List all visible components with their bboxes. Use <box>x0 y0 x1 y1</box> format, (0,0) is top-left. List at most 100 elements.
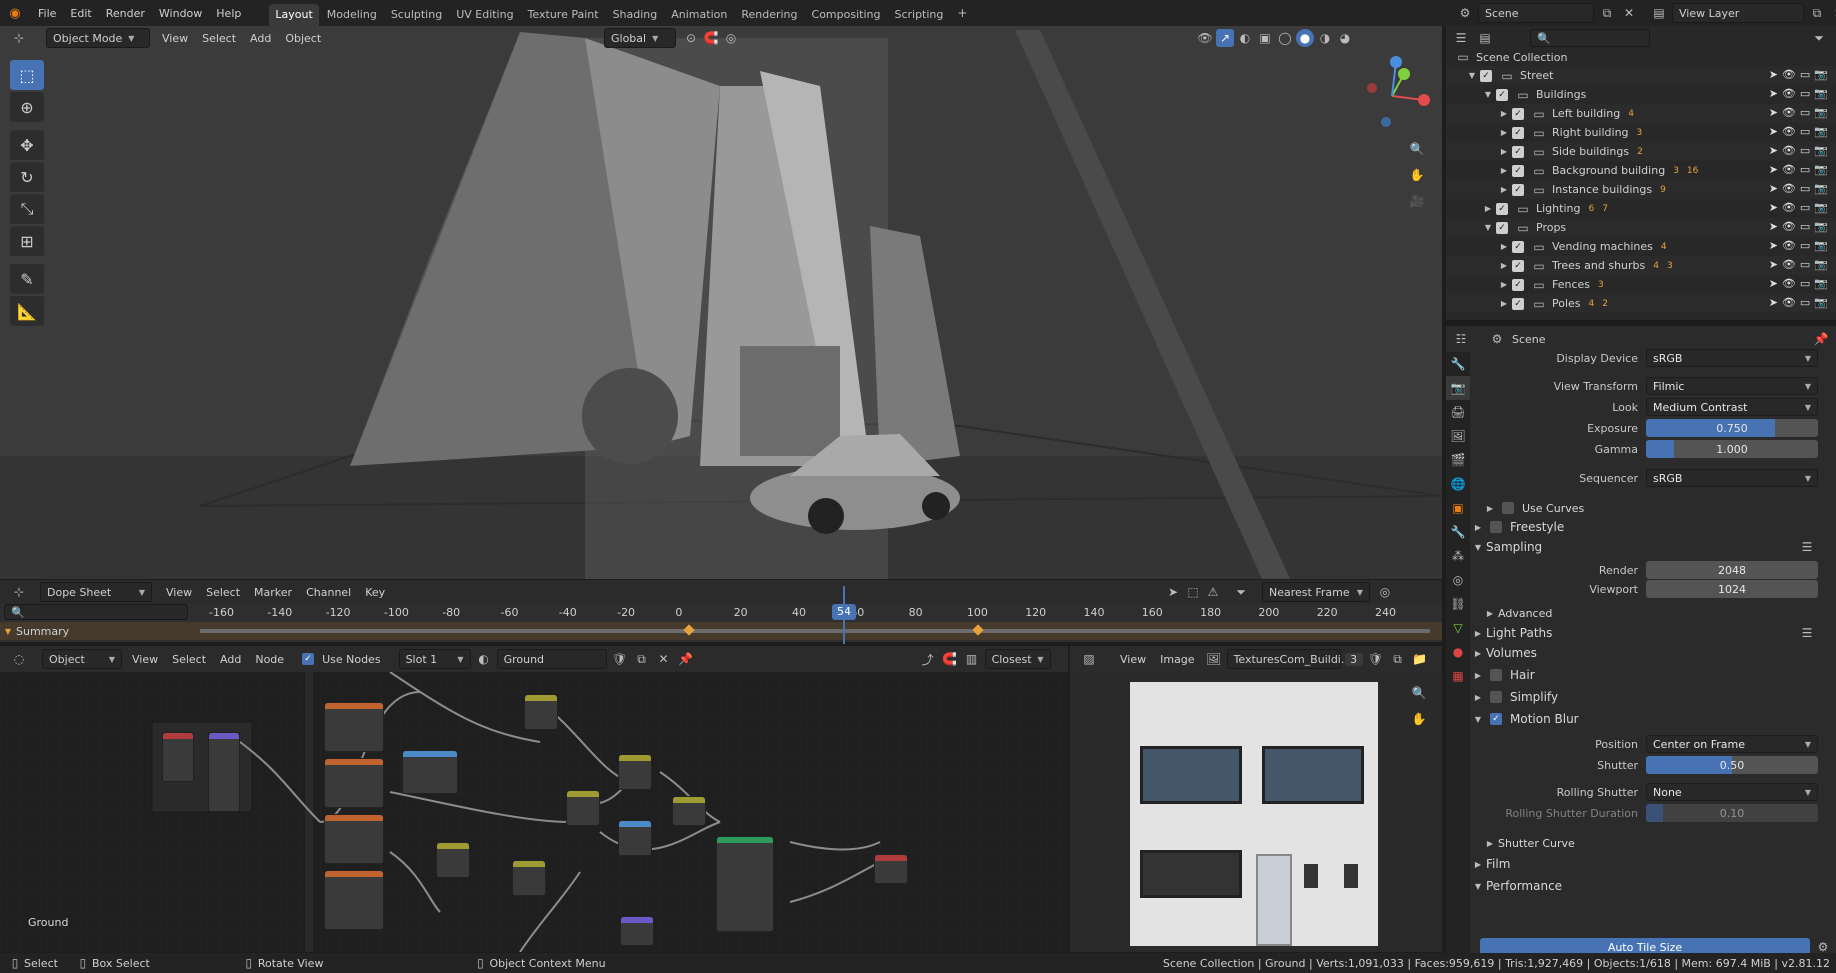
texture-image-preview[interactable] <box>1130 682 1378 946</box>
node-menu-select[interactable]: Select <box>166 649 212 669</box>
outliner-row-background-building[interactable]: ▶ ✓ ▭ Background building 3 16 ➤ 👁 ▭ 📷 <box>1446 161 1836 180</box>
expand-arrow-icon[interactable]: ▶ <box>1496 128 1512 137</box>
monitor-icon[interactable]: ▭ <box>1800 220 1810 233</box>
expand-arrow-icon[interactable]: ▶ <box>1496 242 1512 251</box>
view-layer-icon[interactable]: ▤ <box>1650 4 1668 22</box>
eye-icon[interactable]: 👁 <box>1782 296 1796 309</box>
overlay-icon[interactable]: ◐ <box>1236 29 1254 47</box>
shader-node[interactable] <box>618 820 652 856</box>
only-selected-icon[interactable]: ➤ <box>1164 583 1182 601</box>
filter-icon[interactable]: ⏷ <box>1810 29 1828 47</box>
outliner-row-vending-machines[interactable]: ▶ ✓ ▭ Vending machines 4 ➤ 👁 ▭ 📷 <box>1446 237 1836 256</box>
exclude-checkbox[interactable]: ✓ <box>1512 126 1524 139</box>
monitor-icon[interactable]: ▭ <box>1800 277 1810 290</box>
editor-type-icon[interactable]: ⊹ <box>10 29 28 47</box>
image-editor-type-icon[interactable]: ▨ <box>1080 650 1098 668</box>
image-name-field[interactable]: TexturesCom_Buildi... <box>1226 649 1351 669</box>
select-arrow-icon[interactable]: ➤ <box>1769 220 1778 233</box>
image-browse-icon[interactable]: 🖼 <box>1205 650 1223 668</box>
film-panel[interactable]: ▶ Film <box>1470 853 1836 875</box>
eye-icon[interactable]: 👁 <box>1782 239 1796 252</box>
unlink-material-icon[interactable]: ✕ <box>655 650 673 668</box>
eye-icon[interactable]: 👁 <box>1782 182 1796 195</box>
shader-node[interactable] <box>436 842 470 878</box>
select-arrow-icon[interactable]: ➤ <box>1769 163 1778 176</box>
eye-icon[interactable]: 👁 <box>1782 106 1796 119</box>
constraints-tab-icon[interactable]: ⛓ <box>1446 592 1470 616</box>
exposure-slider[interactable]: 0.750 <box>1646 419 1818 437</box>
shader-node[interactable] <box>620 916 654 946</box>
modifier-tab-icon[interactable]: 🔧 <box>1446 520 1470 544</box>
monitor-icon[interactable]: ▭ <box>1800 258 1810 271</box>
sampling-panel[interactable]: ▼ Sampling ☰ <box>1470 536 1836 558</box>
tab-animation[interactable]: Animation <box>665 4 733 26</box>
rolling-shutter-dropdown[interactable]: None ▼ <box>1646 783 1818 801</box>
scene-icon[interactable]: ⚙ <box>1456 4 1474 22</box>
expand-arrow-icon[interactable]: ▶ <box>1496 147 1512 156</box>
node-menu-add[interactable]: Add <box>214 649 247 669</box>
outliner-row-lighting[interactable]: ▶ ✓ ▭ Lighting 6 7 ➤ 👁 ▭ 📷 <box>1446 199 1836 218</box>
node-menu-node[interactable]: Node <box>249 649 290 669</box>
rotate-tool-icon[interactable]: ↻ <box>10 162 44 192</box>
outliner-row-props[interactable]: ▼ ✓ ▭ Props ➤ 👁 ▭ 📷 <box>1446 218 1836 237</box>
keyframe-marker[interactable] <box>683 624 695 636</box>
zoom-icon[interactable]: 🔍 <box>1408 140 1426 158</box>
particles-tab-icon[interactable]: ⁂ <box>1446 544 1470 568</box>
properties-editor-icon[interactable]: ☷ <box>1452 330 1470 348</box>
presets-list-icon[interactable]: ☰ <box>1798 538 1816 556</box>
parent-node-tree-icon[interactable]: ⤴ <box>919 650 937 668</box>
shader-node[interactable] <box>672 796 706 826</box>
dope-sheet-editor-icon[interactable]: ⊹ <box>10 583 28 601</box>
camera-icon[interactable]: 📷 <box>1814 258 1828 271</box>
shader-node[interactable] <box>324 870 384 930</box>
viewport-menu-view[interactable]: View <box>156 28 194 48</box>
motion-blur-checkbox[interactable]: ✓ <box>1490 713 1502 725</box>
tab-modeling[interactable]: Modeling <box>321 4 383 26</box>
look-dropdown[interactable]: Medium Contrast ▼ <box>1646 398 1818 416</box>
camera-icon[interactable]: 📷 <box>1814 201 1828 214</box>
shader-node-editor[interactable]: ◌ Object ▼ View Select Add Node ✓ Use Nodes … <box>0 646 1068 952</box>
open-image-icon[interactable]: 📁 <box>1411 650 1429 668</box>
tab-sculpting[interactable]: Sculpting <box>385 4 448 26</box>
hair-checkbox[interactable] <box>1490 669 1502 681</box>
volumes-panel[interactable]: ▶ Volumes <box>1470 642 1836 664</box>
image-menu-image[interactable]: Image <box>1154 649 1200 669</box>
use-curves-checkbox[interactable] <box>1502 502 1514 514</box>
measure-tool-icon[interactable]: 📐 <box>10 296 44 326</box>
outliner-editor-icon[interactable]: ☰ <box>1452 29 1470 47</box>
exclude-checkbox[interactable]: ✓ <box>1512 297 1524 310</box>
display-device-dropdown[interactable]: sRGB ▼ <box>1646 349 1818 367</box>
position-dropdown[interactable]: Center on Frame ▼ <box>1646 735 1818 753</box>
exclude-checkbox[interactable]: ✓ <box>1512 164 1524 177</box>
outliner-row-instance-buildings[interactable]: ▶ ✓ ▭ Instance buildings 9 ➤ 👁 ▭ 📷 <box>1446 180 1836 199</box>
hair-panel[interactable]: ▶ Hair <box>1470 664 1836 686</box>
exclude-checkbox[interactable]: ✓ <box>1512 259 1524 272</box>
image-fake-user-icon[interactable]: 🛡 <box>1367 650 1385 668</box>
proportional-edit-icon[interactable]: ◎ <box>722 29 740 47</box>
select-arrow-icon[interactable]: ➤ <box>1769 106 1778 119</box>
navigation-gizmo[interactable] <box>1352 56 1432 136</box>
performance-panel[interactable]: ▼ Performance <box>1470 875 1836 897</box>
pin-icon[interactable]: 📌 <box>1812 330 1830 348</box>
shader-node[interactable] <box>618 754 652 790</box>
shutter-curve-subpanel[interactable]: ▶ Shutter Curve <box>1470 832 1836 854</box>
view-layer-tab-icon[interactable]: 🖼 <box>1446 424 1470 448</box>
camera-icon[interactable]: 📷 <box>1814 106 1828 119</box>
monitor-icon[interactable]: ▭ <box>1800 106 1810 119</box>
keyframe-marker[interactable] <box>972 624 984 636</box>
select-arrow-icon[interactable]: ➤ <box>1769 296 1778 309</box>
expand-arrow-icon[interactable]: ▶ <box>1496 280 1512 289</box>
eye-icon[interactable]: 👁 <box>1782 144 1796 157</box>
node-menu-view[interactable]: View <box>126 649 164 669</box>
eye-icon[interactable]: 👁 <box>1782 220 1796 233</box>
expand-arrow-icon[interactable]: ▶ <box>1496 261 1512 270</box>
camera-icon[interactable]: 📷 <box>1814 125 1828 138</box>
shader-node[interactable] <box>524 694 558 730</box>
blender-logo-icon[interactable]: ◉ <box>6 4 24 22</box>
wireframe-shading-icon[interactable]: ◯ <box>1276 29 1294 47</box>
outliner-search-input[interactable]: 🔍 <box>1530 29 1650 47</box>
motion-blur-panel[interactable]: ▼ ✓ Motion Blur <box>1470 708 1836 730</box>
exclude-checkbox[interactable]: ✓ <box>1496 221 1508 234</box>
principled-bsdf-node[interactable] <box>716 836 774 932</box>
shader-node[interactable] <box>324 814 384 864</box>
